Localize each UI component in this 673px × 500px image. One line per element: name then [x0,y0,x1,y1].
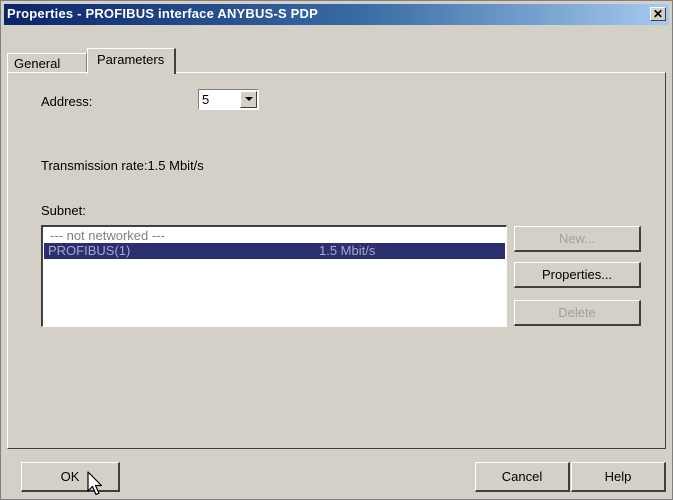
properties-dialog: Properties - PROFIBUS interface ANYBUS-S… [0,0,673,500]
tab-parameters[interactable]: Parameters [87,48,176,74]
title-bar[interactable]: Properties - PROFIBUS interface ANYBUS-S… [4,4,669,25]
tab-general[interactable]: General [7,53,87,73]
subnet-label: Subnet: [41,203,86,218]
properties-button-label: Properties... [541,267,613,282]
subnet-rate: 1.5 Mbit/s [319,243,376,258]
mouse-pointer-icon [87,471,103,496]
new-button[interactable]: New... [514,226,641,252]
list-item-selected[interactable]: PROFIBUS(1) 1.5 Mbit/s [44,243,505,259]
delete-button-label: Delete [558,305,596,320]
chevron-down-icon[interactable] [240,91,257,108]
subnet-list[interactable]: --- not networked --- PROFIBUS(1) 1.5 Mb… [41,225,507,327]
delete-button[interactable]: Delete [514,300,641,326]
close-icon: ✕ [652,7,664,21]
address-label: Address: [41,94,93,109]
new-button-label: New... [558,231,596,246]
cancel-button-label: Cancel [501,469,543,484]
help-button-label: Help [604,469,632,484]
help-button[interactable]: Help [571,462,666,492]
subnet-name: --- not networked --- [50,228,165,243]
tab-general-label: General [14,56,61,71]
tab-parameters-label: Parameters [97,52,165,67]
subnet-name: PROFIBUS(1) [48,243,131,258]
close-button[interactable]: ✕ [650,7,666,21]
list-item[interactable]: --- not networked --- [44,228,505,244]
address-value: 5 [202,92,210,107]
subnet-properties-button[interactable]: Properties... [514,262,641,288]
address-dropdown[interactable]: 5 [198,89,259,110]
transmission-rate-text: Transmission rate:1.5 Mbit/s [41,158,204,173]
dialog-title: Properties - PROFIBUS interface ANYBUS-S… [7,6,318,21]
cancel-button[interactable]: Cancel [475,462,570,492]
